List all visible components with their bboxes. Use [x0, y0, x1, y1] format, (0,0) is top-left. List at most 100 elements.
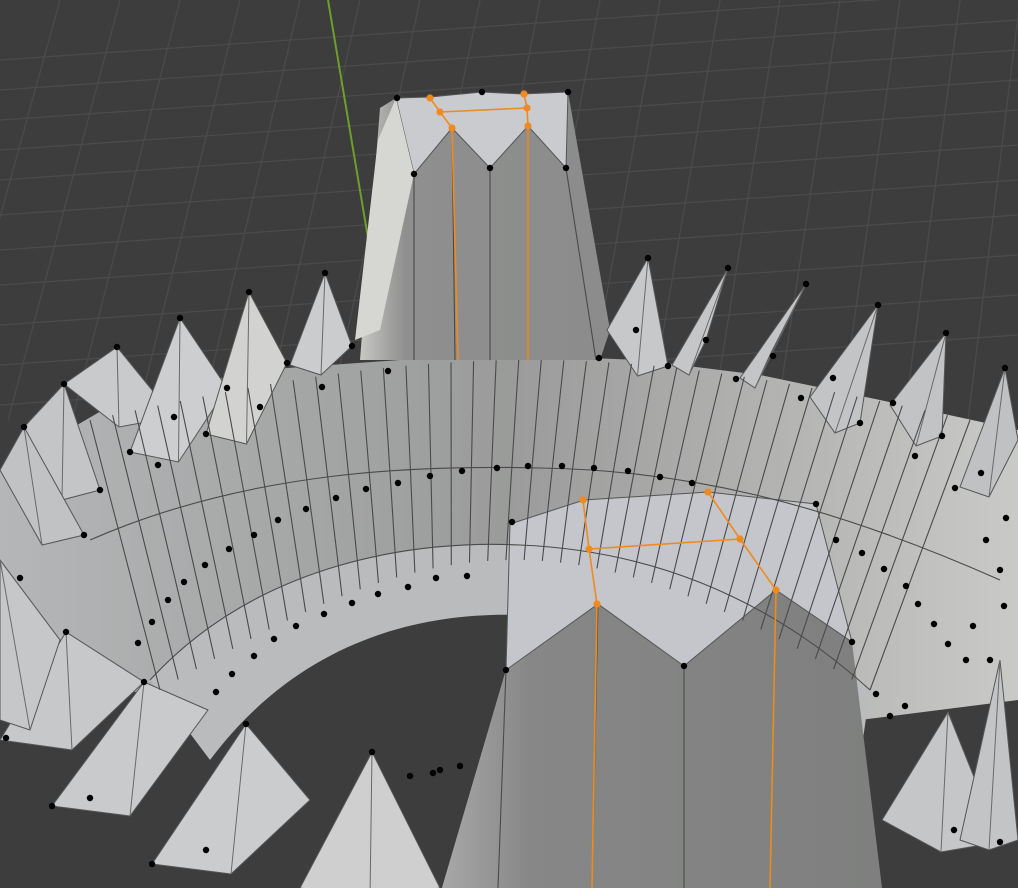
vertex [283, 359, 291, 367]
vertex [889, 399, 897, 407]
vertex [292, 622, 300, 630]
vertex [202, 430, 210, 438]
vertex [688, 479, 696, 487]
vertex [524, 462, 532, 470]
vertex [856, 419, 864, 427]
vertex [724, 264, 732, 272]
vertex [508, 518, 516, 526]
vertex [656, 473, 664, 481]
vertex [96, 486, 104, 494]
vertex [595, 354, 603, 362]
vertex [962, 656, 970, 664]
vertex [478, 88, 486, 96]
vertex [732, 375, 740, 383]
vertex [886, 712, 894, 720]
vertex [901, 702, 909, 710]
vertex [986, 656, 994, 664]
vertex [848, 638, 856, 646]
vertex [977, 469, 985, 477]
vertex [332, 494, 340, 502]
vertex [202, 846, 210, 854]
selected-vertex [523, 104, 531, 112]
vertex [245, 288, 253, 296]
vertex [942, 329, 950, 337]
vertex [348, 342, 356, 350]
vertex [16, 574, 24, 582]
vertex [930, 620, 938, 628]
selected-vertex [772, 586, 780, 594]
vertex [80, 531, 88, 539]
vertex [164, 596, 172, 604]
vertex [410, 170, 418, 178]
vertex [644, 254, 652, 262]
vertex [680, 662, 688, 670]
vertex [914, 600, 922, 608]
vertex [463, 572, 471, 580]
vertex [432, 574, 440, 582]
vertex [664, 362, 672, 370]
selected-vertex [704, 488, 712, 496]
vertex [426, 472, 434, 480]
vertex [406, 772, 414, 780]
vertex [436, 766, 444, 774]
selected-vertex [579, 496, 587, 504]
vertex [62, 628, 70, 636]
vertex [564, 88, 572, 96]
vertex [212, 688, 220, 696]
vertex [362, 485, 370, 493]
vertex [368, 748, 376, 756]
vertex [2, 734, 10, 742]
vertex [404, 583, 412, 591]
vertex [911, 452, 919, 460]
vertex [140, 678, 148, 686]
vertex [812, 500, 820, 508]
vertex [318, 383, 326, 391]
vertex [86, 794, 94, 802]
vertex [134, 639, 142, 647]
vertex [394, 479, 402, 487]
vertex [802, 280, 810, 288]
vertex [951, 484, 959, 492]
vertex [797, 394, 805, 402]
vertex [60, 380, 68, 388]
selected-vertex [426, 94, 434, 102]
vertex [302, 505, 310, 513]
vertex [858, 549, 866, 557]
vertex [874, 301, 882, 309]
vertex [632, 326, 640, 334]
vertex [170, 413, 178, 421]
vertex [832, 536, 840, 544]
selected-vertex [593, 600, 601, 608]
vertex [429, 769, 437, 777]
vertex [486, 164, 494, 172]
vertex [148, 860, 156, 868]
vertex [458, 467, 466, 475]
vertex [1001, 364, 1009, 372]
vertex [223, 384, 231, 392]
back-pillar [355, 91, 610, 360]
vertex [348, 599, 356, 607]
vertex [113, 343, 121, 351]
vertex [1002, 514, 1010, 522]
vertex [180, 578, 188, 586]
vertex [154, 461, 162, 469]
vertex [228, 670, 236, 678]
vertex [225, 545, 233, 553]
vertex [201, 561, 209, 569]
vertex [624, 467, 632, 475]
vertex [321, 269, 329, 277]
vertex [20, 423, 28, 431]
vertex [590, 464, 598, 472]
vertex [148, 618, 156, 626]
vertex [944, 640, 952, 648]
vertex [562, 164, 570, 172]
vertex [320, 610, 328, 618]
vertex [982, 536, 990, 544]
vertex [374, 590, 382, 598]
vertex [176, 314, 184, 322]
vertex [769, 352, 777, 360]
3d-viewport[interactable] [0, 0, 1018, 888]
vertex [493, 464, 501, 472]
vertex [126, 448, 134, 456]
mesh-scene[interactable] [0, 0, 1018, 888]
